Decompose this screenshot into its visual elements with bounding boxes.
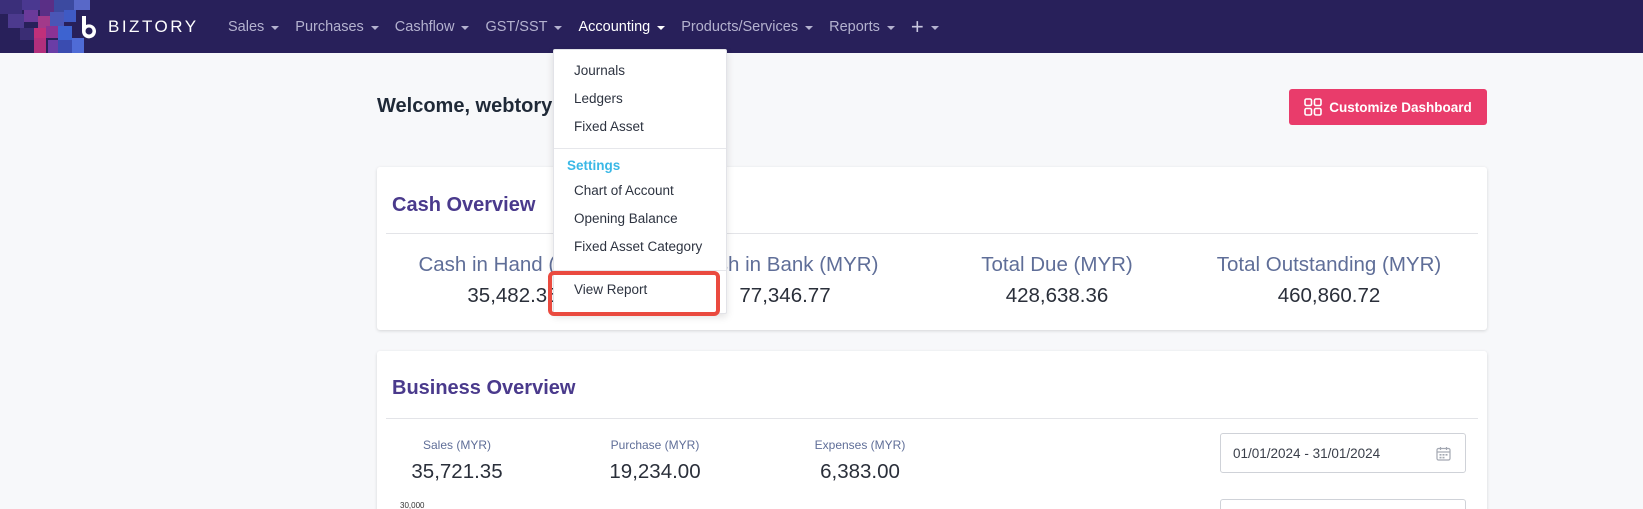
nav-label: Accounting bbox=[578, 18, 651, 35]
chevron-down-icon bbox=[271, 25, 280, 30]
menu-item-view-report[interactable]: View Report bbox=[574, 282, 647, 297]
stat-label-total-due: Total Due (MYR) bbox=[981, 253, 1133, 276]
chevron-down-icon bbox=[554, 25, 563, 30]
menu-item-opening-balance[interactable]: Opening Balance bbox=[574, 211, 678, 226]
menu-item-ledgers[interactable]: Ledgers bbox=[574, 91, 623, 106]
top-navbar: BIZTORY Sales Purchases Cashflow GST/SST… bbox=[0, 0, 1643, 53]
menu-item-journals[interactable]: Journals bbox=[574, 63, 625, 78]
biztory-logo-icon bbox=[81, 15, 96, 38]
card-divider bbox=[386, 418, 1478, 419]
stat-value-expenses: 6,383.00 bbox=[820, 460, 900, 483]
menu-divider bbox=[554, 270, 726, 271]
stat-value-sales: 35,721.35 bbox=[411, 460, 503, 483]
accounting-dropdown-menu: Journals Ledgers Fixed Asset Settings Ch… bbox=[553, 49, 727, 314]
menu-item-chart-of-account[interactable]: Chart of Account bbox=[574, 183, 674, 198]
nav-label: Cashflow bbox=[394, 18, 455, 35]
chevron-down-icon bbox=[805, 25, 814, 30]
chevron-down-icon bbox=[886, 25, 895, 30]
nav-label: GST/SST bbox=[485, 18, 548, 35]
stat-label-total-outstanding: Total Outstanding (MYR) bbox=[1216, 253, 1442, 276]
chevron-down-icon bbox=[657, 25, 666, 30]
plus-icon: + bbox=[910, 13, 924, 39]
grid-icon bbox=[1304, 98, 1323, 116]
nav-cashflow[interactable]: Cashflow bbox=[395, 19, 470, 35]
welcome-heading: Welcome, webtory! bbox=[377, 95, 559, 117]
customize-dashboard-button[interactable]: Customize Dashboard bbox=[1289, 89, 1487, 125]
stat-label-expenses: Expenses (MYR) bbox=[814, 438, 906, 452]
chevron-down-icon bbox=[461, 25, 470, 30]
nav-gst-sst[interactable]: GST/SST bbox=[485, 18, 563, 35]
calendar-icon bbox=[1436, 447, 1451, 461]
nav-accounting[interactable]: Accounting bbox=[578, 18, 666, 35]
nav-purchases[interactable]: Purchases bbox=[295, 19, 379, 35]
menu-item-fixed-asset[interactable]: Fixed Asset bbox=[574, 119, 644, 134]
chevron-down-icon bbox=[930, 25, 939, 30]
menu-divider bbox=[554, 148, 726, 149]
nav-add-new[interactable]: + bbox=[910, 13, 939, 39]
date-range-picker[interactable]: 01/01/2024 - 31/01/2024 bbox=[1220, 433, 1466, 473]
stat-label-purchase: Purchase (MYR) bbox=[610, 438, 700, 452]
stat-label-sales: Sales (MYR) bbox=[422, 438, 491, 452]
nav-sales[interactable]: Sales bbox=[228, 18, 280, 35]
nav-label: Purchases bbox=[295, 18, 364, 35]
brand-name: BIZTORY bbox=[108, 16, 199, 36]
nav-label: Products/Services bbox=[681, 18, 799, 35]
nav-label: Reports bbox=[829, 18, 880, 35]
main-nav: Sales Purchases Cashflow GST/SST Account… bbox=[228, 0, 955, 53]
business-overview-title: Business Overview bbox=[392, 377, 576, 399]
nav-reports[interactable]: Reports bbox=[829, 19, 895, 35]
stat-value-total-due: 428,638.36 bbox=[1005, 284, 1109, 307]
brand-logo[interactable]: BIZTORY bbox=[78, 13, 199, 40]
secondary-select[interactable] bbox=[1220, 499, 1466, 509]
cash-overview-title: Cash Overview bbox=[392, 194, 536, 216]
stat-value-total-outstanding: 460,860.72 bbox=[1277, 284, 1381, 307]
customize-dashboard-label: Customize Dashboard bbox=[1329, 99, 1472, 115]
menu-section-settings: Settings bbox=[567, 158, 621, 173]
date-range-value: 01/01/2024 - 31/01/2024 bbox=[1233, 445, 1381, 461]
card-divider bbox=[386, 233, 1478, 234]
stat-value-purchase: 19,234.00 bbox=[609, 460, 701, 483]
cash-overview-card: Cash Overview Cash in Hand (MYR) 35,482.… bbox=[377, 167, 1487, 330]
menu-item-fixed-asset-category[interactable]: Fixed Asset Category bbox=[574, 239, 702, 254]
chart-axis-tick: 30,000 bbox=[400, 501, 425, 509]
nav-label: Sales bbox=[228, 18, 265, 35]
nav-products-services[interactable]: Products/Services bbox=[681, 18, 814, 35]
business-overview-card: Business Overview Sales (MYR) 35,721.35 … bbox=[377, 351, 1487, 509]
chevron-down-icon bbox=[370, 25, 379, 30]
